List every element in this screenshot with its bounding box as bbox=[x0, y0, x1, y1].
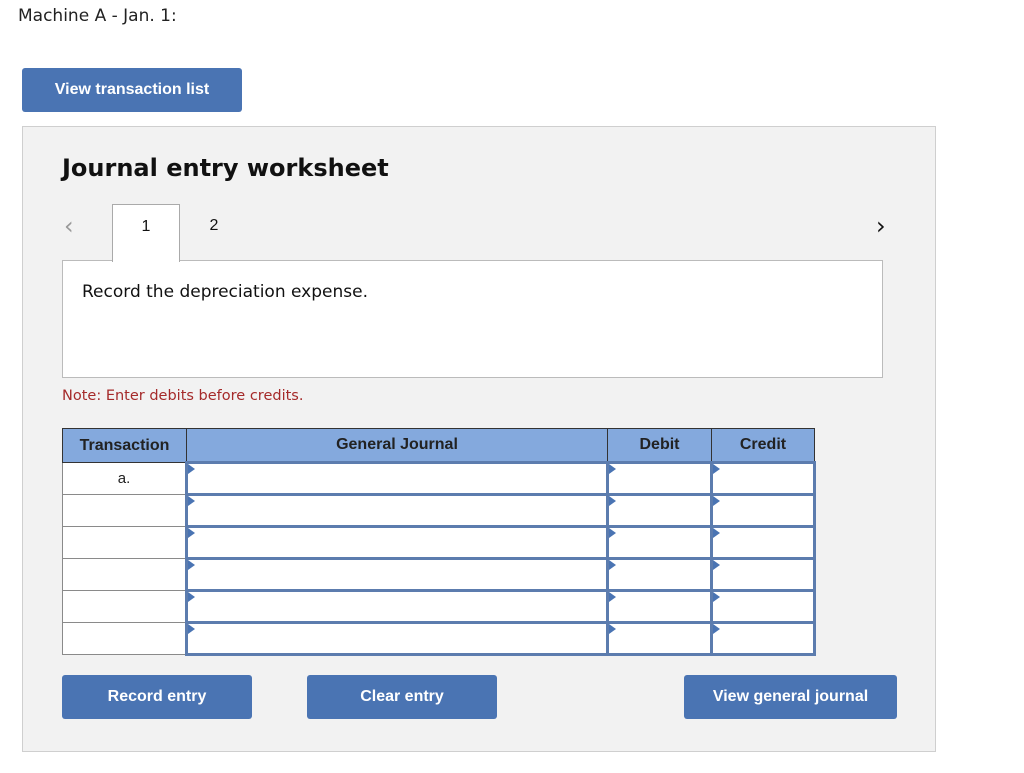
column-header-debit: Debit bbox=[607, 428, 712, 463]
credit-input[interactable] bbox=[713, 592, 813, 621]
dropdown-marker-icon bbox=[609, 560, 616, 570]
column-header-general-journal: General Journal bbox=[186, 428, 608, 463]
transaction-cell bbox=[62, 622, 187, 655]
dropdown-marker-icon bbox=[713, 624, 720, 634]
table-row bbox=[62, 493, 816, 528]
account-cell bbox=[185, 621, 609, 656]
account-input[interactable] bbox=[188, 560, 606, 589]
credit-input[interactable] bbox=[713, 464, 813, 493]
table-row bbox=[62, 557, 816, 592]
debit-cell bbox=[606, 621, 713, 656]
dropdown-marker-icon bbox=[188, 624, 195, 634]
debit-input[interactable] bbox=[609, 560, 710, 589]
transaction-cell bbox=[62, 590, 187, 623]
transaction-cell: a. bbox=[62, 462, 187, 495]
dropdown-marker-icon bbox=[609, 592, 616, 602]
dropdown-marker-icon bbox=[188, 560, 195, 570]
credit-cell bbox=[710, 557, 816, 592]
dropdown-marker-icon bbox=[609, 464, 616, 474]
dropdown-marker-icon bbox=[609, 496, 616, 506]
debit-input[interactable] bbox=[609, 592, 710, 621]
credit-input[interactable] bbox=[713, 496, 813, 525]
account-input[interactable] bbox=[188, 624, 606, 653]
credit-cell bbox=[710, 589, 816, 624]
credit-cell bbox=[710, 493, 816, 528]
debit-input[interactable] bbox=[609, 528, 710, 557]
tab-label: 1 bbox=[141, 217, 151, 235]
debit-cell bbox=[606, 557, 713, 592]
dropdown-marker-icon bbox=[188, 464, 195, 474]
dropdown-marker-icon bbox=[713, 528, 720, 538]
description-box bbox=[62, 260, 883, 378]
chevron-right-icon[interactable]: › bbox=[876, 212, 886, 240]
transaction-cell bbox=[62, 526, 187, 559]
table-row bbox=[62, 621, 816, 656]
dropdown-marker-icon bbox=[713, 496, 720, 506]
dropdown-marker-icon bbox=[188, 528, 195, 538]
dropdown-marker-icon bbox=[609, 528, 616, 538]
account-cell bbox=[185, 557, 609, 592]
dropdown-marker-icon bbox=[188, 592, 195, 602]
account-input[interactable] bbox=[188, 528, 606, 557]
dropdown-marker-icon bbox=[188, 496, 195, 506]
credit-input[interactable] bbox=[713, 528, 813, 557]
table-row: a. bbox=[62, 461, 816, 496]
view-general-journal-button[interactable]: View general journal bbox=[684, 675, 897, 719]
table-row bbox=[62, 589, 816, 624]
view-transaction-list-button[interactable]: View transaction list bbox=[22, 68, 242, 112]
account-cell bbox=[185, 525, 609, 560]
table-row bbox=[62, 525, 816, 560]
credit-input[interactable] bbox=[713, 560, 813, 589]
debit-cell bbox=[606, 525, 713, 560]
debit-input[interactable] bbox=[609, 464, 710, 493]
column-header-credit: Credit bbox=[711, 428, 815, 463]
record-entry-button[interactable]: Record entry bbox=[62, 675, 252, 719]
credit-input[interactable] bbox=[713, 624, 813, 653]
note-text: Note: Enter debits before credits. bbox=[62, 388, 304, 404]
account-input[interactable] bbox=[188, 464, 606, 493]
chevron-left-icon[interactable]: ‹ bbox=[64, 212, 74, 240]
tab-1[interactable]: 1 bbox=[112, 204, 180, 262]
credit-cell bbox=[710, 525, 816, 560]
dropdown-marker-icon bbox=[713, 560, 720, 570]
dropdown-marker-icon bbox=[713, 464, 720, 474]
debit-cell bbox=[606, 493, 713, 528]
tab-label: 2 bbox=[209, 217, 219, 234]
journal-table: Transaction General Journal Debit Credit… bbox=[62, 428, 816, 656]
worksheet-title: Journal entry worksheet bbox=[62, 154, 389, 182]
account-cell bbox=[185, 493, 609, 528]
dropdown-marker-icon bbox=[609, 624, 616, 634]
debit-cell bbox=[606, 461, 713, 496]
debit-input[interactable] bbox=[609, 496, 710, 525]
column-header-transaction: Transaction bbox=[62, 428, 187, 463]
transaction-cell bbox=[62, 494, 187, 527]
debit-cell bbox=[606, 589, 713, 624]
account-cell bbox=[185, 461, 609, 496]
description-text: Record the depreciation expense. bbox=[82, 282, 368, 302]
page-title: Machine A - Jan. 1: bbox=[18, 6, 177, 26]
account-input[interactable] bbox=[188, 592, 606, 621]
transaction-cell bbox=[62, 558, 187, 591]
credit-cell bbox=[710, 621, 816, 656]
table-header-row: Transaction General Journal Debit Credit bbox=[62, 428, 815, 463]
account-cell bbox=[185, 589, 609, 624]
credit-cell bbox=[710, 461, 816, 496]
dropdown-marker-icon bbox=[713, 592, 720, 602]
clear-entry-button[interactable]: Clear entry bbox=[307, 675, 497, 719]
debit-input[interactable] bbox=[609, 624, 710, 653]
account-input[interactable] bbox=[188, 496, 606, 525]
tab-2[interactable]: 2 bbox=[180, 204, 248, 262]
